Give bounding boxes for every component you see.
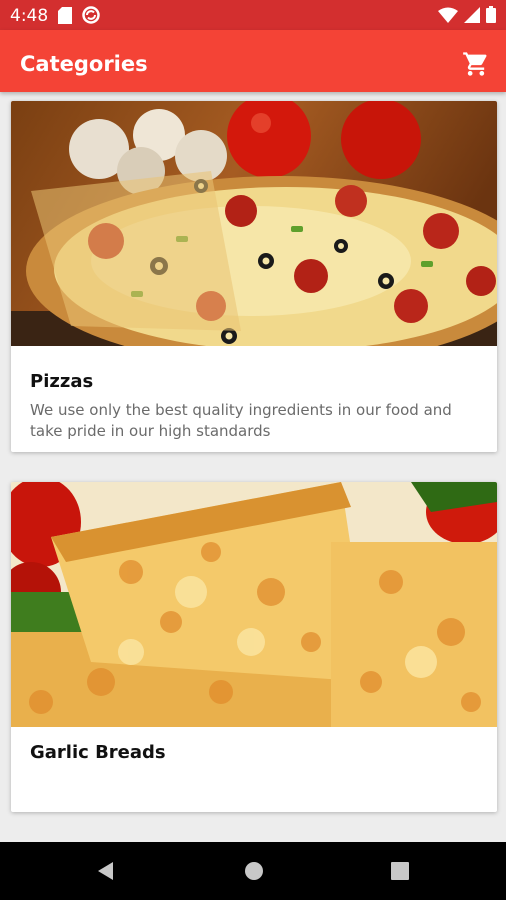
shopping-cart-icon — [463, 52, 487, 76]
category-card-garlic-breads[interactable]: Garlic Breads — [11, 482, 497, 812]
category-list[interactable]: Pizzas We use only the best quality ingr… — [0, 92, 506, 842]
category-title: Garlic Breads — [30, 742, 166, 763]
status-left-icons — [58, 6, 100, 24]
sd-card-icon — [58, 6, 72, 24]
pepperoni-pizza-image — [11, 101, 497, 346]
home-icon — [245, 862, 263, 880]
battery-icon — [486, 6, 496, 23]
status-bar: 4:48 — [0, 0, 506, 30]
status-right-icons — [438, 6, 496, 23]
sync-circle-icon — [82, 6, 100, 24]
back-button[interactable] — [94, 859, 118, 883]
recents-icon — [391, 862, 409, 880]
page-title: Categories — [20, 52, 148, 76]
home-button[interactable] — [242, 859, 266, 883]
status-time: 4:48 — [10, 6, 49, 26]
back-icon — [98, 862, 113, 880]
category-title: Pizzas — [30, 371, 94, 392]
recents-button[interactable] — [388, 859, 412, 883]
navigation-bar — [0, 842, 506, 900]
cheese-pizza-slice-image — [11, 482, 497, 727]
category-card-pizzas[interactable]: Pizzas We use only the best quality ingr… — [11, 101, 497, 452]
category-description: We use only the best quality ingredients… — [30, 401, 452, 440]
signal-icon — [464, 6, 480, 23]
wifi-icon — [438, 7, 458, 23]
cart-button[interactable] — [462, 50, 490, 78]
app-bar: Categories — [0, 30, 506, 92]
